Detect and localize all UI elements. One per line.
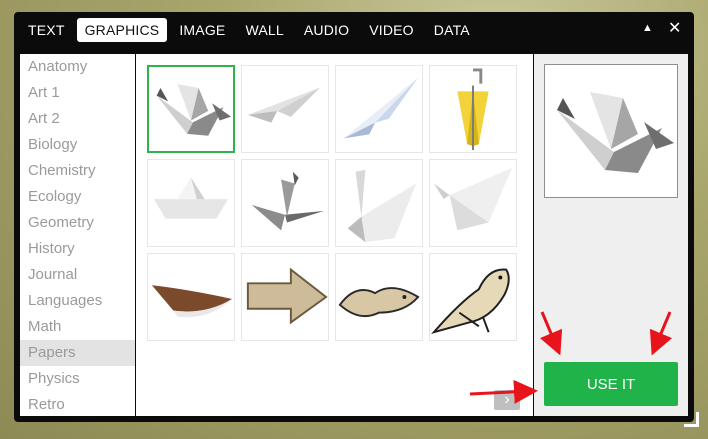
category-papers[interactable]: Papers [20, 340, 135, 366]
thumbnail-paper-boat[interactable] [147, 159, 235, 247]
next-page-button[interactable]: › [494, 390, 520, 410]
category-ecology[interactable]: Ecology [20, 184, 135, 210]
tab-text[interactable]: TEXT [20, 18, 73, 42]
tab-video[interactable]: VIDEO [361, 18, 422, 42]
collapse-icon[interactable]: ▲ [642, 22, 653, 34]
category-languages[interactable]: Languages [20, 288, 135, 314]
tab-graphics[interactable]: GRAPHICS [76, 18, 168, 42]
paper-airplane-flat-icon [247, 87, 321, 123]
paper-crane-gray-icon [251, 171, 325, 231]
paper-arrow-icon [246, 267, 328, 325]
tab-wall[interactable]: WALL [237, 18, 291, 42]
paper-crane-icon [557, 92, 674, 173]
thumbnail-paper-airplane-blue[interactable] [335, 65, 423, 153]
use-it-button[interactable]: USE IT [544, 362, 678, 406]
thumbnail-paper-arrow[interactable] [241, 253, 329, 341]
tab-audio[interactable]: AUDIO [296, 18, 357, 42]
category-art-2[interactable]: Art 2 [20, 106, 135, 132]
thumbnail-paper-airplane-flat[interactable] [241, 65, 329, 153]
category-sidebar: Anatomy Art 1 Art 2 Biology Chemistry Ec… [20, 54, 135, 416]
category-chemistry[interactable]: Chemistry [20, 158, 135, 184]
tab-data[interactable]: DATA [426, 18, 478, 42]
thumbnail-paper-bird[interactable] [429, 159, 517, 247]
close-icon[interactable]: ✕ [668, 18, 681, 38]
paper-boat-brown-icon [151, 285, 233, 318]
thumbnail-paper-crane[interactable] [147, 65, 235, 153]
paper-umbrella-yellow-icon [457, 68, 489, 151]
category-biology[interactable]: Biology [20, 132, 135, 158]
paper-bird-icon [433, 167, 513, 231]
preview-image [544, 64, 678, 198]
category-anatomy[interactable]: Anatomy [20, 54, 135, 80]
paper-swan-icon [347, 169, 417, 243]
category-journal[interactable]: Journal [20, 262, 135, 288]
graphics-dialog: TEXT GRAPHICS IMAGE WALL AUDIO VIDEO DAT… [14, 12, 694, 422]
thumbnail-paper-crane-gray[interactable] [241, 159, 329, 247]
category-physics[interactable]: Physics [20, 366, 135, 392]
resize-handle-icon[interactable] [684, 412, 699, 427]
thumbnail-paper-sparrow[interactable] [429, 253, 517, 341]
paper-boat-icon [153, 177, 229, 219]
graphics-grid: › [136, 54, 533, 416]
thumbnail-paper-boat-brown[interactable] [147, 253, 235, 341]
paper-crane-icon [156, 84, 232, 136]
paper-airplane-blue-icon [343, 77, 419, 139]
category-retro[interactable]: Retro [20, 392, 135, 416]
preview-panel: USE IT [534, 54, 688, 416]
category-math[interactable]: Math [20, 314, 135, 340]
thumbnail-paper-umbrella[interactable] [429, 65, 517, 153]
paper-hand-bird-icon [338, 287, 420, 318]
paper-sparrow-icon [431, 268, 510, 334]
category-history[interactable]: History [20, 236, 135, 262]
category-art-1[interactable]: Art 1 [20, 80, 135, 106]
thumbnail-paper-swan[interactable] [335, 159, 423, 247]
thumbnail-paper-hand-bird[interactable] [335, 253, 423, 341]
category-geometry[interactable]: Geometry [20, 210, 135, 236]
tab-image[interactable]: IMAGE [171, 18, 233, 42]
tab-bar: TEXT GRAPHICS IMAGE WALL AUDIO VIDEO DAT… [20, 18, 478, 42]
